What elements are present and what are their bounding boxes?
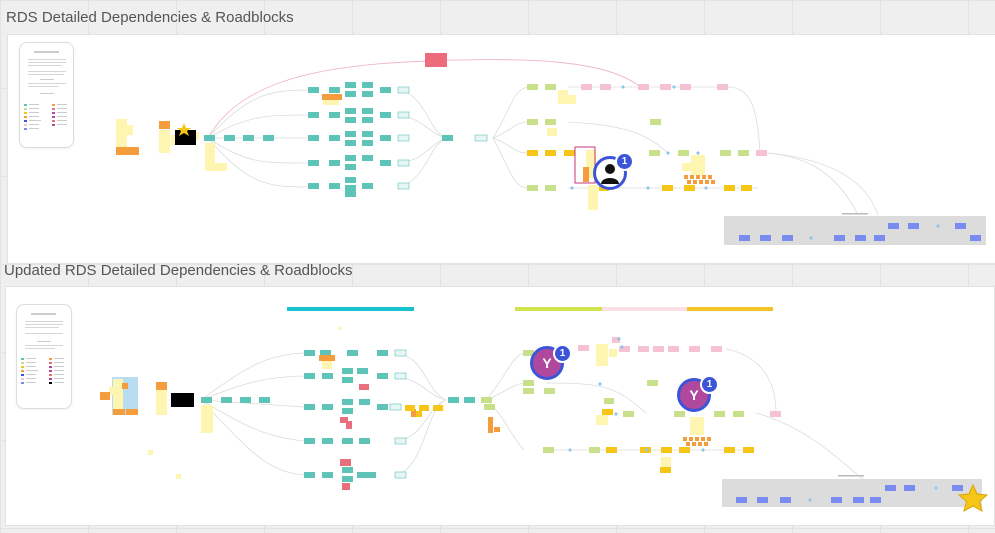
- diagram-frame-1: [116, 53, 986, 245]
- redacted-block-2: [171, 393, 194, 407]
- band-amber: [687, 307, 773, 311]
- band-pink: [602, 307, 687, 311]
- band-lime: [515, 307, 602, 311]
- lime-notes-2: [481, 350, 791, 491]
- teal-chain-2: [201, 350, 475, 482]
- frame-updated-rds[interactable]: [5, 286, 995, 526]
- frame-rds-dependencies[interactable]: [7, 34, 995, 264]
- diagram-frame-2: [100, 307, 982, 507]
- pink-red-block: [425, 53, 447, 67]
- collaborator-badge-2: 1: [553, 344, 572, 363]
- left-notes: [116, 119, 227, 171]
- collaborator-badge-1: 1: [615, 152, 634, 171]
- pink-notes: [581, 84, 767, 156]
- collaborator-badge-3: 1: [700, 375, 719, 394]
- frame-title-rds-dependencies: RDS Detailed Dependencies & Roadblocks: [6, 9, 294, 26]
- connector-lines: [207, 86, 879, 216]
- star-icon[interactable]: [958, 484, 988, 512]
- frame-title-updated-rds: Updated RDS Detailed Dependencies & Road…: [4, 262, 353, 279]
- amber-notes: [527, 150, 752, 191]
- band-cyan: [287, 307, 414, 311]
